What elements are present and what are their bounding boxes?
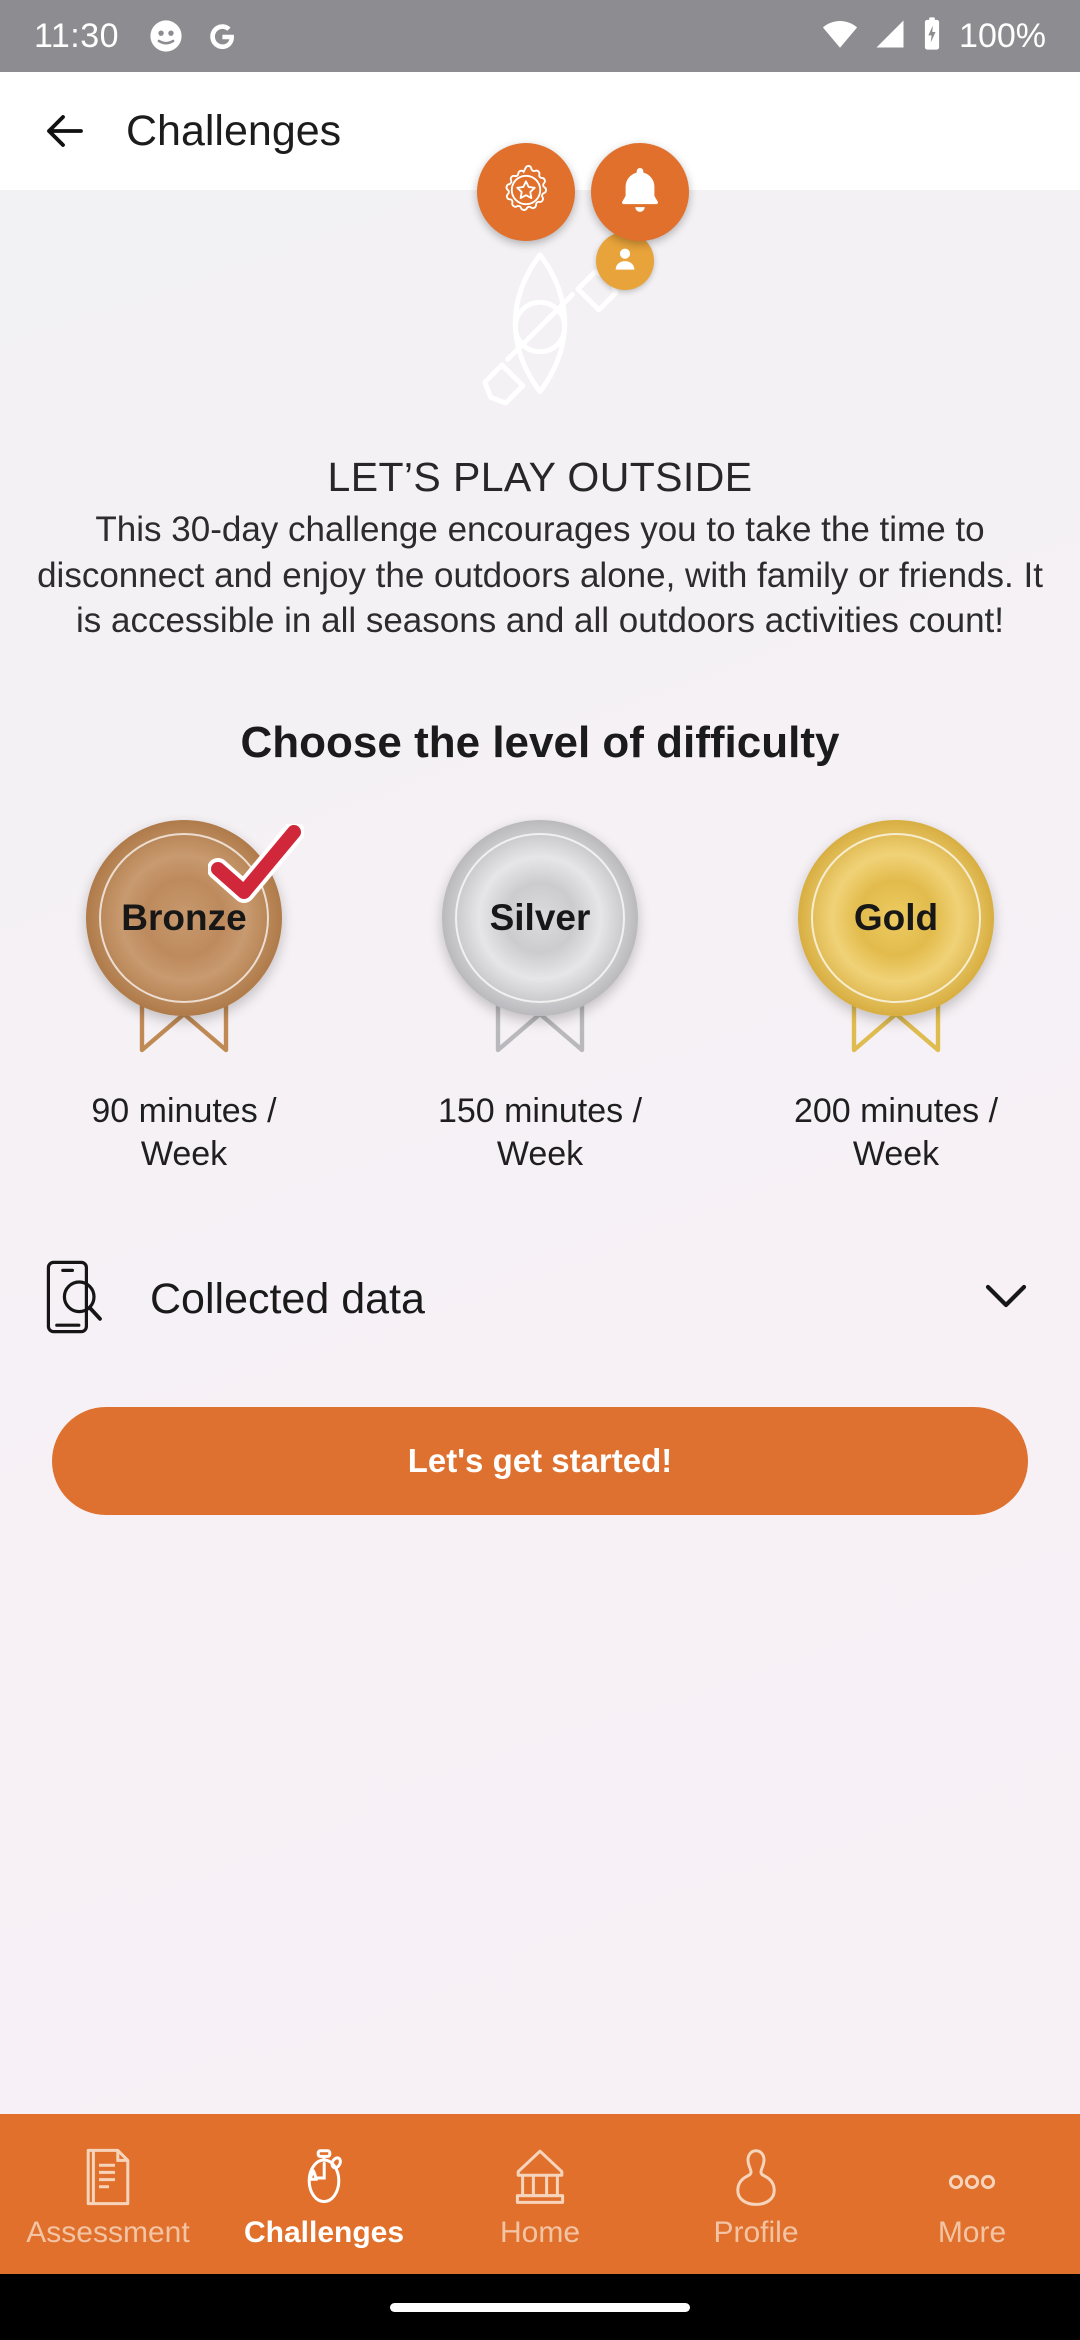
document-lines-icon	[81, 2144, 135, 2206]
challenge-content: LET’S PLAY OUTSIDE This 30-day challenge…	[0, 190, 1080, 2114]
medal-label-silver: Silver	[489, 896, 591, 938]
nav-item-challenges[interactable]: Challenges	[216, 2114, 432, 2274]
red-check-icon	[207, 820, 305, 911]
star-rosette-icon	[498, 162, 554, 223]
medal-label-gold: Gold	[853, 896, 939, 938]
medal-minutes-bronze: 90 minutes / Week	[91, 1091, 277, 1173]
status-bar: 11:30 100%	[0, 0, 1080, 72]
stopwatch-icon	[297, 2144, 351, 2206]
challenge-title: LET’S PLAY OUTSIDE	[327, 454, 753, 500]
get-started-button[interactable]: Let's get started!	[52, 1406, 1028, 1515]
nav-item-home[interactable]: Home	[432, 2114, 648, 2274]
house-icon	[511, 2144, 569, 2206]
rewards-badge-fab[interactable]	[477, 143, 575, 241]
difficulty-heading: Choose the level of difficulty	[240, 717, 840, 767]
challenge-description: This 30-day challenge encourages you to …	[37, 510, 1043, 640]
nav-label-challenges: Challenges	[243, 2216, 405, 2249]
cellular-signal-icon	[873, 19, 907, 54]
gesture-pill[interactable]	[390, 2302, 690, 2312]
nav-label-more: More	[937, 2216, 1007, 2249]
nav-label-home: Home	[499, 2216, 581, 2249]
medal-minutes-gold: 200 minutes / Week	[793, 1091, 999, 1173]
difficulty-options: Bronze 90 minutes / Week Silver 150 minu…	[0, 819, 1080, 1176]
notifications-fab[interactable]	[591, 143, 689, 241]
page-title: Challenges	[126, 106, 342, 155]
nav-item-more[interactable]: More	[864, 2114, 1080, 2274]
bell-icon	[613, 163, 667, 222]
wifi-icon	[821, 19, 859, 54]
arrow-left-icon[interactable]	[38, 104, 92, 158]
status-notification-icons	[149, 19, 239, 53]
system-gesture-bar	[0, 2274, 1080, 2340]
phone-search-icon	[46, 1260, 108, 1339]
collected-data-label: Collected data	[150, 1274, 425, 1323]
person-outline-icon	[731, 2144, 781, 2206]
battery-percentage: 100%	[959, 16, 1046, 55]
difficulty-option-gold[interactable]: Gold 200 minutes / Week	[718, 819, 1074, 1176]
battery-charging-icon	[921, 16, 943, 56]
bottom-navigation: Assessment Challenges Home Profile More	[0, 2114, 1080, 2274]
difficulty-option-silver[interactable]: Silver 150 minutes / Week	[362, 819, 718, 1176]
google-icon	[205, 19, 239, 53]
medal-minutes-silver: 150 minutes / Week	[437, 1091, 643, 1173]
face-app-icon	[149, 19, 183, 53]
collected-data-row[interactable]: Collected data	[46, 1260, 1028, 1339]
nav-label-profile: Profile	[713, 2216, 799, 2249]
nav-label-assessment: Assessment	[26, 2216, 190, 2249]
difficulty-option-bronze[interactable]: Bronze 90 minutes / Week	[6, 819, 362, 1176]
medal-gold: Gold	[798, 819, 994, 1016]
nav-item-assessment[interactable]: Assessment	[0, 2114, 216, 2274]
status-system-icons: 100%	[821, 17, 1046, 56]
medal-silver: Silver	[442, 819, 638, 1016]
three-dots-icon	[942, 2144, 1002, 2206]
status-time: 11:30	[34, 16, 120, 55]
person-icon	[609, 243, 641, 280]
nav-item-profile[interactable]: Profile	[648, 2114, 864, 2274]
chevron-down-icon[interactable]	[984, 1282, 1028, 1317]
